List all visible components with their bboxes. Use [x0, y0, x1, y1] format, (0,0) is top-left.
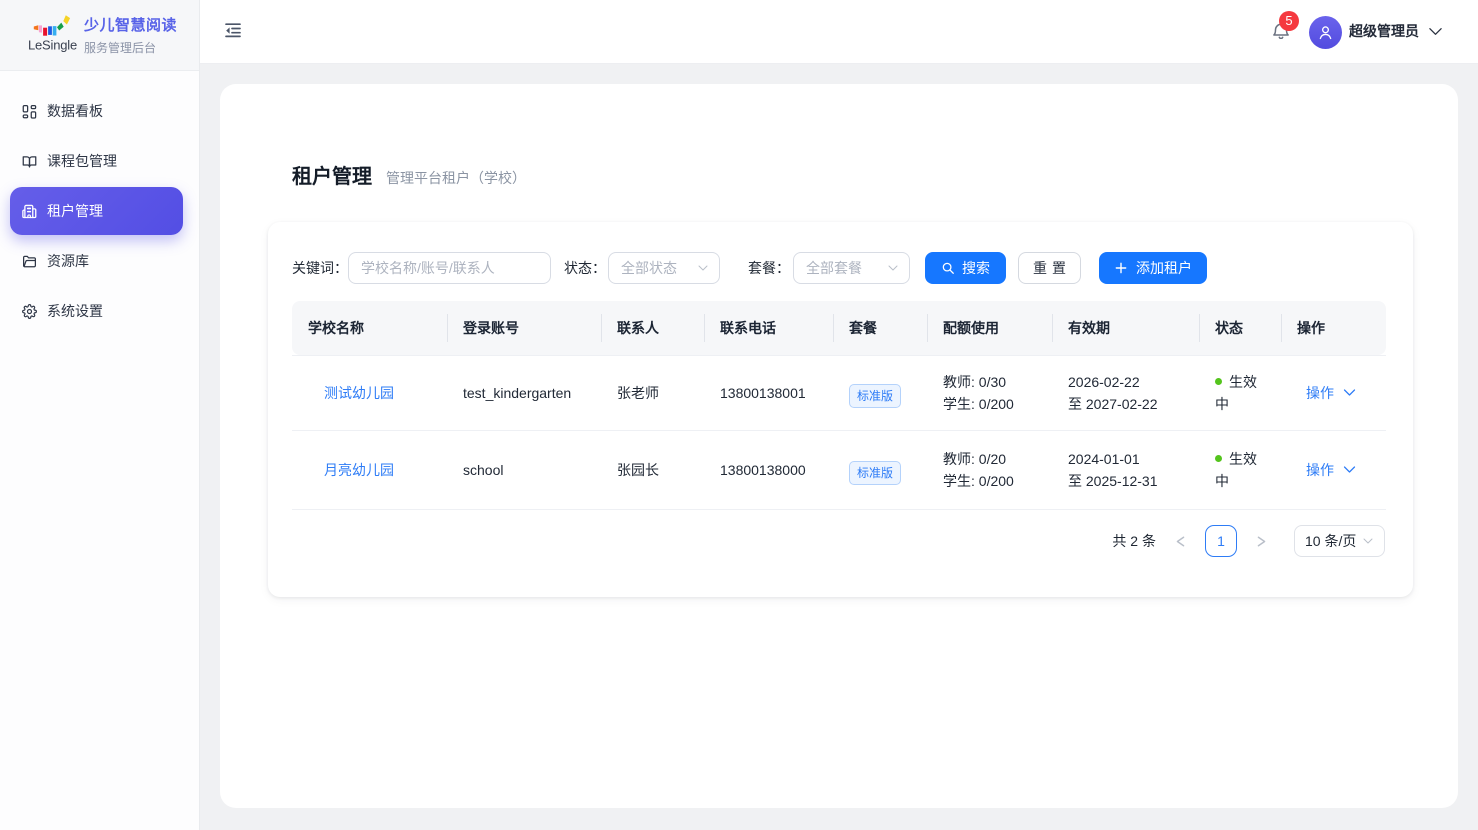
svg-text:LeSingle: LeSingle	[28, 38, 77, 53]
